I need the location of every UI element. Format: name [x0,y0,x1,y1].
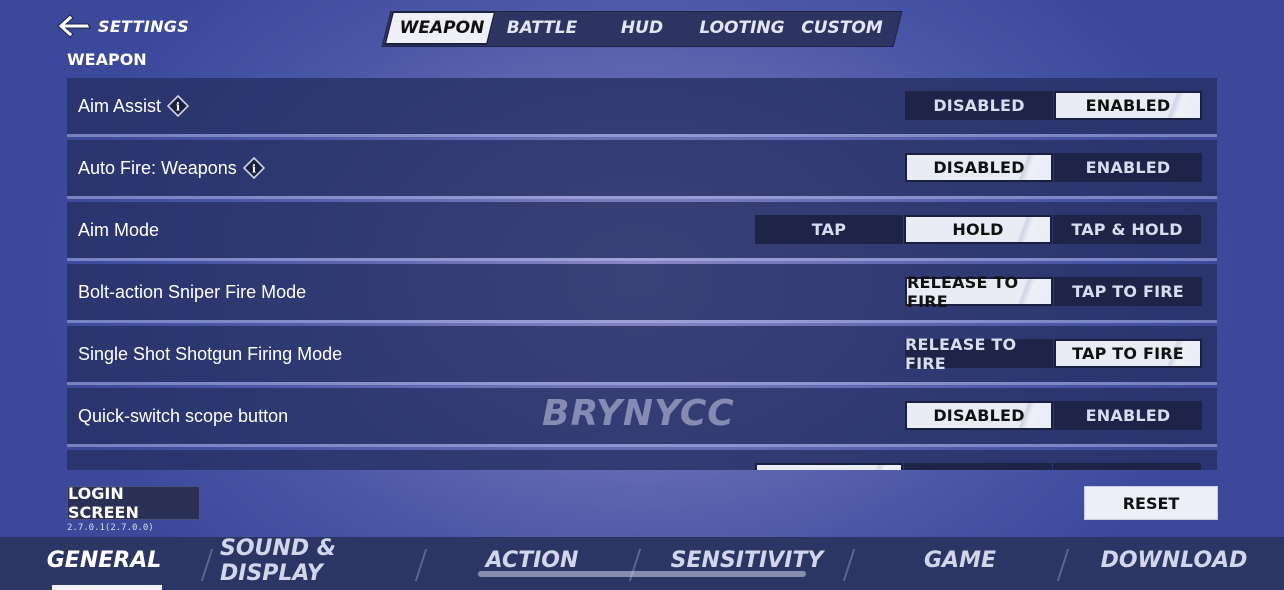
nav-separator [1056,549,1070,581]
info-icon[interactable]: i [242,157,265,179]
option-enabled[interactable]: ENABLED [1054,401,1202,430]
svg-text:i: i [252,163,256,176]
tab-custom[interactable]: CUSTOM [792,11,892,45]
option-enabled[interactable]: ENABLED [1054,91,1202,120]
setting-label-text: Auto Fire: Weapons [78,157,237,178]
setting-row-aim-assist: Aim Assist i DISABLED ENABLED [67,78,1217,134]
nav-separator [842,549,856,581]
login-screen-button[interactable]: LOGIN SCREEN [67,484,200,522]
setting-row-partial [67,450,1217,470]
bottom-nav: GENERAL SOUND & DISPLAY ACTION SENSITIVI… [0,536,1284,590]
tab-weapon[interactable]: WEAPON [392,11,492,45]
nav-sound-display[interactable]: SOUND & DISPLAY [220,536,416,586]
option-tap-to-fire[interactable]: TAP TO FIRE [1054,277,1202,306]
option-partial[interactable] [755,463,903,470]
option-enabled[interactable]: ENABLED [1054,153,1202,182]
option-release-to-fire[interactable]: RELEASE TO FIRE [905,273,1053,311]
settings-tabs: WEAPON BATTLE HUD LOOTING CUSTOM [381,11,903,47]
svg-text:i: i [176,101,180,114]
back-arrow-icon [57,14,91,38]
home-indicator[interactable] [478,571,806,577]
setting-row-aim-mode: Aim Mode TAP HOLD TAP & HOLD [67,202,1217,258]
reset-button[interactable]: RESET [1084,486,1218,520]
tab-battle[interactable]: BATTLE [492,11,592,45]
watermark: BRYNYCC [542,393,735,434]
option-tap[interactable]: TAP [755,215,903,244]
tab-hud[interactable]: HUD [592,11,692,45]
shotgun-fire-mode-toggle: RELEASE TO FIRE TAP TO FIRE [905,335,1203,373]
option-release-to-fire[interactable]: RELEASE TO FIRE [905,335,1053,373]
option-tap-to-fire[interactable]: TAP TO FIRE [1054,339,1202,368]
option-disabled[interactable]: DISABLED [905,91,1053,120]
setting-row-sniper-fire-mode: Bolt-action Sniper Fire Mode RELEASE TO … [67,264,1217,320]
option-tap-and-hold[interactable]: TAP & HOLD [1053,215,1201,244]
setting-label: Quick-switch scope button [78,388,288,444]
option-disabled[interactable]: DISABLED [905,401,1053,430]
auto-fire-toggle: DISABLED ENABLED [905,153,1203,184]
setting-row-shotgun-fire-mode: Single Shot Shotgun Firing Mode RELEASE … [67,326,1217,382]
setting-label: Auto Fire: Weapons i [78,140,265,196]
aim-mode-selector: TAP HOLD TAP & HOLD [755,215,1202,246]
active-nav-underline [52,585,162,590]
setting-label-text: Single Shot Shotgun Firing Mode [78,343,343,364]
option-disabled[interactable]: DISABLED [905,153,1053,182]
setting-label: Aim Assist i [78,78,190,134]
back-button[interactable]: SETTINGS [56,12,189,40]
setting-label-text: Bolt-action Sniper Fire Mode [78,281,307,302]
setting-label-text: Quick-switch scope button [78,405,289,426]
option-partial[interactable] [1053,463,1201,470]
sniper-fire-mode-toggle: RELEASE TO FIRE TAP TO FIRE [905,273,1203,311]
nav-general[interactable]: GENERAL [44,537,164,584]
nav-game[interactable]: GAME [910,537,1010,584]
setting-row-auto-fire: Auto Fire: Weapons i DISABLED ENABLED [67,140,1217,196]
settings-title: SETTINGS [98,16,190,36]
setting-label-text: Aim Assist [78,95,162,116]
setting-label: Single Shot Shotgun Firing Mode [78,326,342,382]
top-bar: SETTINGS WEAPON BATTLE HUD LOOTING CUSTO… [0,0,1284,50]
quick-switch-scope-toggle: DISABLED ENABLED [905,401,1203,432]
section-title: WEAPON [67,50,147,69]
setting-label-text: Aim Mode [78,219,160,240]
nav-separator [414,549,428,581]
partial-selector [755,463,1202,470]
nav-separator [200,549,214,581]
version-label: 2.7.0.1(2.7.0.0) [67,523,154,533]
setting-label: Bolt-action Sniper Fire Mode [78,264,306,320]
tab-looting[interactable]: LOOTING [692,11,792,45]
option-hold[interactable]: HOLD [904,215,1052,244]
option-partial[interactable] [904,463,1052,470]
aim-assist-toggle: DISABLED ENABLED [905,91,1203,122]
nav-download[interactable]: DOWNLOAD [1101,537,1248,584]
setting-label: Aim Mode [78,202,159,258]
info-icon[interactable]: i [167,95,190,117]
